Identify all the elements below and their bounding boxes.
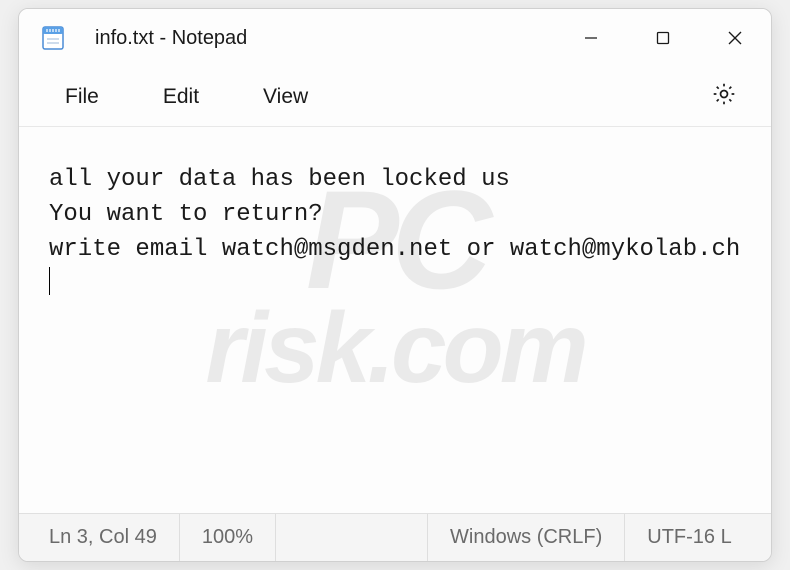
status-encoding: UTF-16 L bbox=[625, 514, 753, 561]
menubar: File Edit View bbox=[19, 67, 771, 127]
statusbar: Ln 3, Col 49 100% Windows (CRLF) UTF-16 … bbox=[19, 513, 771, 561]
menu-view[interactable]: View bbox=[235, 77, 336, 117]
text-caret bbox=[49, 267, 50, 295]
gear-icon bbox=[711, 81, 737, 112]
titlebar: info.txt - Notepad bbox=[19, 9, 771, 67]
window-title: info.txt - Notepad bbox=[95, 27, 555, 50]
minimize-button[interactable] bbox=[555, 9, 627, 67]
status-line-ending: Windows (CRLF) bbox=[428, 514, 625, 561]
window-controls bbox=[555, 9, 771, 67]
notepad-window: info.txt - Notepad File Edit View bbox=[18, 8, 772, 562]
editor-content: all your data has been locked us You wan… bbox=[49, 166, 740, 263]
status-spacer bbox=[276, 514, 428, 561]
menu-file[interactable]: File bbox=[37, 77, 127, 117]
close-button[interactable] bbox=[699, 9, 771, 67]
menu-edit[interactable]: Edit bbox=[135, 77, 227, 117]
notepad-app-icon bbox=[39, 24, 67, 52]
status-cursor-position: Ln 3, Col 49 bbox=[19, 514, 180, 561]
status-zoom[interactable]: 100% bbox=[180, 514, 276, 561]
settings-button[interactable] bbox=[695, 73, 753, 120]
text-editor-area[interactable]: all your data has been locked us You wan… bbox=[19, 127, 771, 513]
maximize-button[interactable] bbox=[627, 9, 699, 67]
